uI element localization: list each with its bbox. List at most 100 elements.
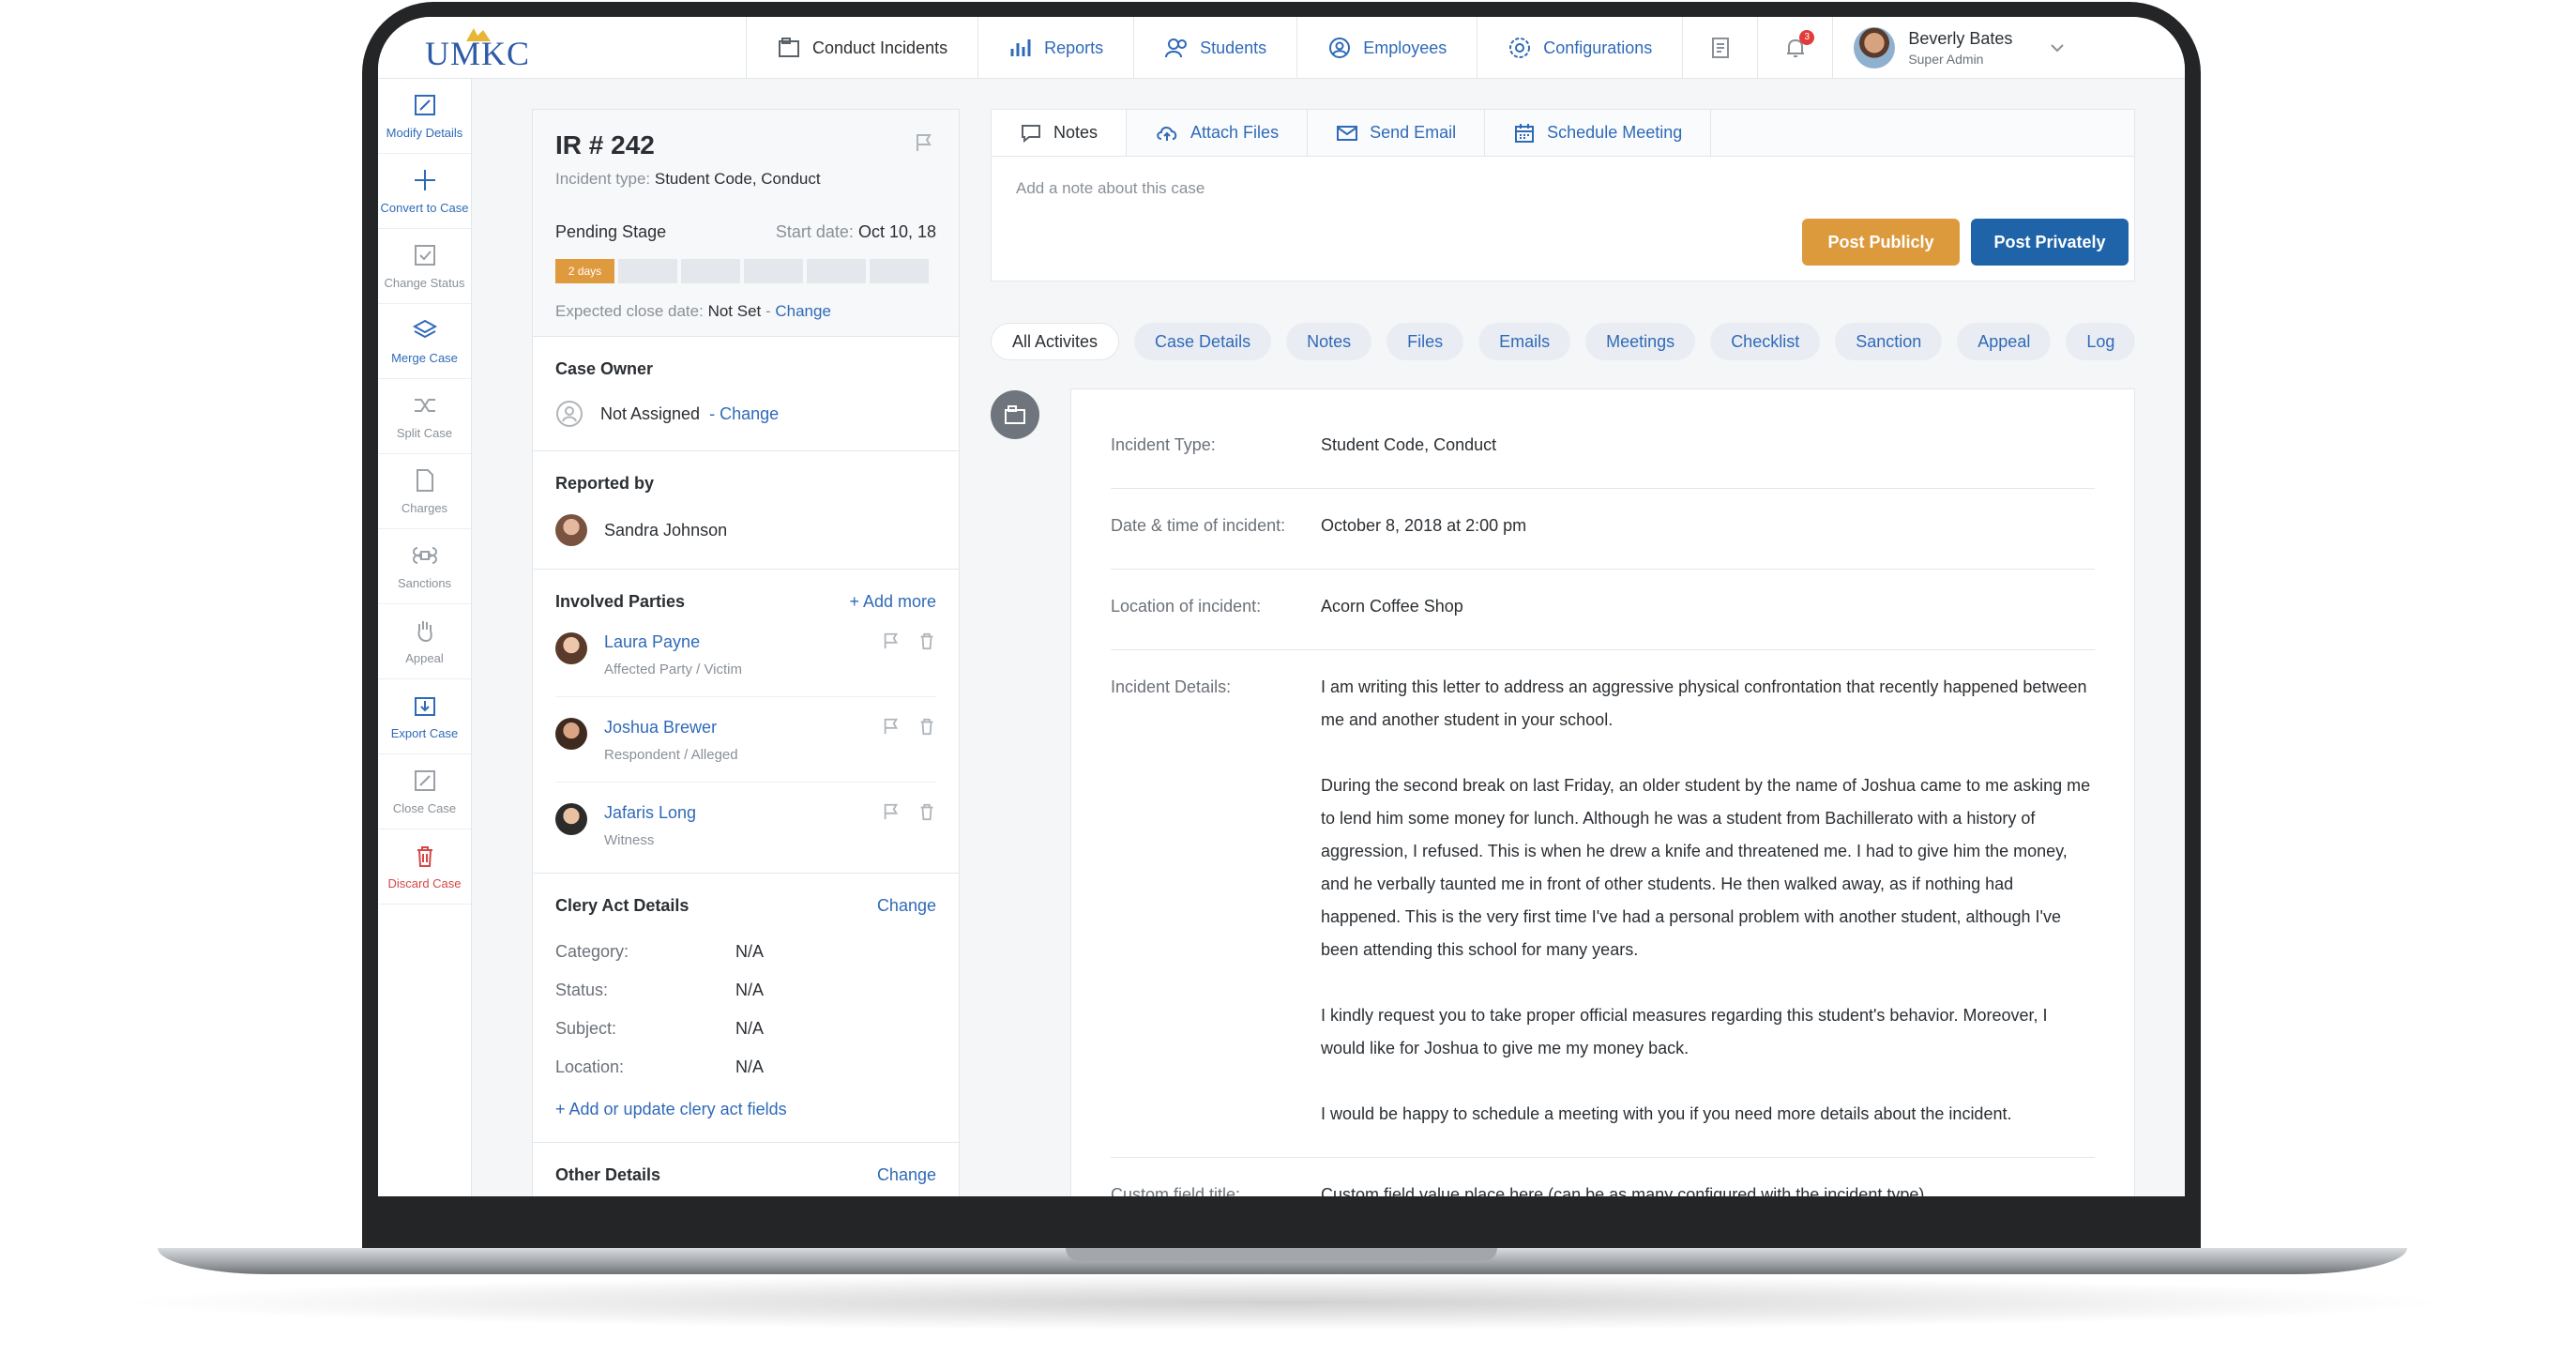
app-screen: UMKC Conduct Incidents Reports Students … [378,17,2185,1196]
cloud-upload-icon [1157,126,1177,141]
detail-row-custom-field: Custom field title: Custom field value p… [1111,1158,2095,1196]
tab-label: Notes [1053,123,1099,142]
expected-close-date: Expected close date: Not Set - Change [555,302,831,320]
party-role: Affected Party / Victim [604,662,743,677]
add-party-link[interactable]: + Add more [849,592,936,612]
post-privately-button[interactable]: Post Privately [1971,219,2129,266]
nav-notifications[interactable]: 3 [1757,17,1832,79]
pill-appeal[interactable]: Appeal [1957,323,2052,360]
nav-reports[interactable]: Reports [977,17,1133,79]
comment-icon [1022,124,1040,143]
pill-sanction[interactable]: Sanction [1835,323,1943,360]
laptop-notch [1066,1248,1497,1261]
detail-value: October 8, 2018 at 2:00 pm [1321,516,1527,535]
edit-icon [414,770,435,791]
detail-label: Incident Type: [1111,435,1216,454]
incident-narrative: I am writing this letter to address an a… [1321,671,2095,1131]
rail-appeal[interactable]: Appeal [378,604,471,679]
pill-all-activities[interactable]: All Activites [991,323,1120,360]
pill-files[interactable]: Files [1386,323,1464,360]
rail-sanctions[interactable]: Sanctions [378,529,471,604]
reporter[interactable]: Sandra Johnson [555,514,936,546]
reported-by-section: Reported by Sandra Johnson [533,451,959,570]
detail-row-incident-details: Incident Details: I am writing this lett… [1111,650,2095,1158]
tab-label: Attach Files [1190,123,1280,142]
post-publicly-button[interactable]: Post Publicly [1802,219,1960,266]
nav-conduct-incidents[interactable]: Conduct Incidents [746,17,977,79]
command-icon [412,547,437,564]
tab-send-email[interactable]: Send Email [1308,110,1486,156]
tab-schedule-meeting[interactable]: Schedule Meeting [1485,110,1712,156]
clery-row: Status: N/A [555,981,936,1000]
rail-label: Close Case [392,801,457,815]
clery-value: N/A [735,981,765,999]
progress-segment-active: 2 days [555,259,614,283]
nav-configurations[interactable]: Configurations [1477,17,1682,79]
rail-label: Discard Case [387,876,462,890]
trash-icon[interactable] [917,631,936,651]
edit-icon [414,95,435,115]
pill-case-details[interactable]: Case Details [1134,323,1272,360]
flag-icon[interactable] [882,631,901,651]
pill-emails[interactable]: Emails [1478,323,1571,360]
tab-notes[interactable]: Notes [992,110,1128,156]
main-nav: Conduct Incidents Reports Students Emplo… [746,17,2085,79]
tab-attach-files[interactable]: Attach Files [1127,110,1309,156]
other-details-header: Other Details Change [555,1165,936,1185]
party-role: Respondent / Alleged [604,747,738,763]
rail-charges[interactable]: Charges [378,454,471,529]
folder-icon [779,38,799,57]
rail-label: Change Status [384,276,465,290]
pill-meetings[interactable]: Meetings [1585,323,1696,360]
progress-segment [807,259,866,283]
party-name[interactable]: Laura Payne [604,632,742,652]
clery-key: Location: [555,1057,625,1076]
change-close-date-link[interactable]: Change [775,302,831,320]
folder-icon [1005,405,1025,424]
narrative-paragraph: I am writing this letter to address an a… [1321,677,2087,729]
narrative-paragraph: I would be happy to schedule a meeting w… [1321,1104,2012,1123]
nav-students[interactable]: Students [1133,17,1296,79]
laptop-shadow [113,1274,2458,1331]
nav-employees[interactable]: Employees [1296,17,1477,79]
reported-by-title: Reported by [555,474,655,493]
flag-icon[interactable] [914,132,934,153]
case-details-feed-icon [991,390,1039,439]
user-info: Beverly Bates Super Admin [1908,29,2012,67]
clery-change-link[interactable]: Change [877,896,936,916]
party-item: Jafaris Long Witness [555,783,936,867]
rail-split-case[interactable]: Split Case [378,379,471,454]
pill-checklist[interactable]: Checklist [1710,323,1821,360]
rail-close-case[interactable]: Close Case [378,754,471,829]
flag-icon[interactable] [882,716,901,737]
pill-notes[interactable]: Notes [1286,323,1372,360]
reporter-name: Sandra Johnson [604,520,728,540]
party-name[interactable]: Jafaris Long [604,803,696,823]
email-icon [1337,125,1358,141]
incident-detail-card: Incident Type: Student Code, Conduct Dat… [1070,388,2135,1196]
user-menu[interactable]: Beverly Bates Super Admin [1832,17,2085,79]
party-item: Joshua Brewer Respondent / Alleged [555,697,936,783]
rail-convert-to-case[interactable]: Convert to Case [378,154,471,229]
rail-modify-details[interactable]: Modify Details [378,79,471,154]
change-owner-link[interactable]: - Change [709,404,779,424]
rail-discard-case[interactable]: Discard Case [378,829,471,905]
clery-value: N/A [735,1057,765,1076]
pill-log[interactable]: Log [2066,323,2136,360]
rail-merge-case[interactable]: Merge Case [378,304,471,379]
nav-documents[interactable] [1682,17,1757,79]
owner-value: Not Assigned [600,403,701,423]
rail-export-case[interactable]: Export Case [378,679,471,754]
clery-add-link[interactable]: + Add or update clery act fields [555,1100,787,1118]
rail-change-status[interactable]: Change Status [378,229,471,304]
flag-icon[interactable] [882,801,901,822]
gear-icon [1509,38,1531,58]
party-name[interactable]: Joshua Brewer [604,718,738,738]
narrative-paragraph: During the second break on last Friday, … [1321,776,2091,959]
note-input[interactable]: Add a note about this case [992,157,2134,221]
trash-icon[interactable] [917,716,936,737]
clery-row: Location: N/A [555,1057,936,1077]
start-date-value: Oct 10, 18 [857,222,936,241]
trash-icon[interactable] [917,801,936,822]
other-details-change-link[interactable]: Change [877,1165,936,1185]
